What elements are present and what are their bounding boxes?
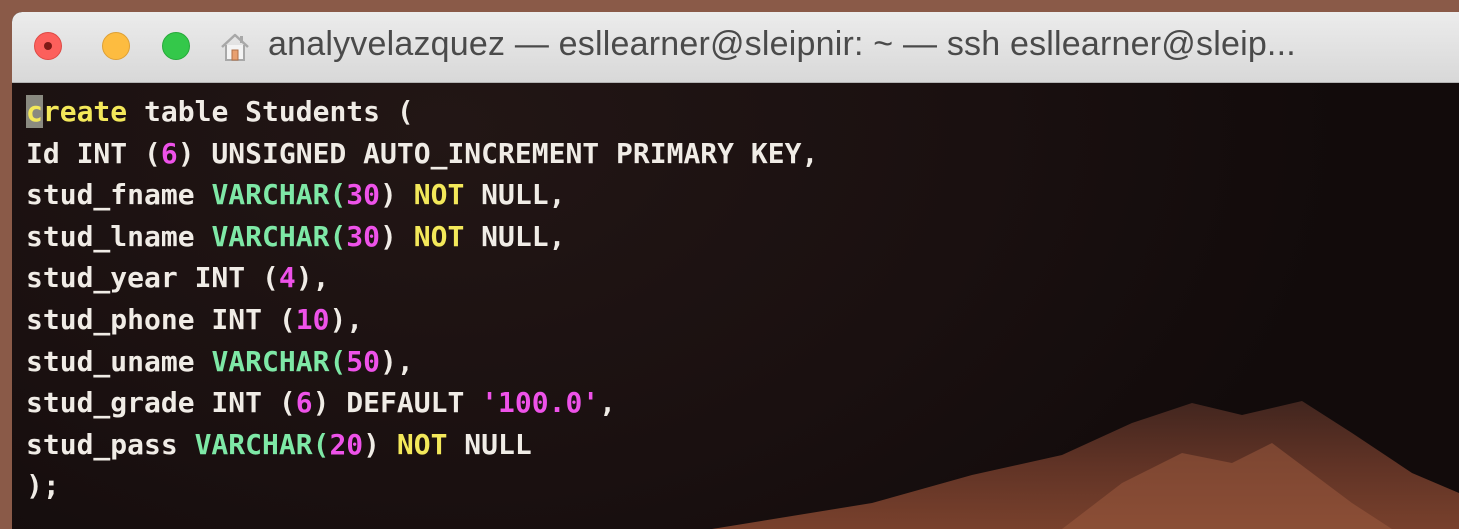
code-line: );: [26, 465, 818, 507]
code-token: VARCHAR(: [211, 178, 347, 212]
text-cursor: c: [26, 95, 43, 128]
home-icon: [221, 33, 249, 61]
code-line: stud_pass VARCHAR(20) NOT NULL: [26, 424, 818, 466]
code-token: VARCHAR(: [211, 344, 347, 378]
code-token: 30: [346, 178, 381, 212]
minimize-button[interactable]: [102, 32, 130, 60]
code-token: ): [380, 219, 414, 253]
code-block: create table Students (Id INT (6) UNSIGN…: [26, 91, 818, 507]
code-line: stud_year INT (4),: [26, 257, 818, 299]
code-token: NOT: [396, 427, 448, 461]
code-line: stud_uname VARCHAR(50),: [26, 341, 818, 383]
code-token: 10: [295, 302, 330, 336]
title-bar[interactable]: analyvelazquez — esllearner@sleipnir: ~ …: [12, 12, 1459, 83]
code-token: ) DEFAULT: [312, 386, 482, 420]
code-token: 30: [346, 219, 381, 253]
code-token: NOT: [413, 219, 465, 253]
code-line: create table Students (: [26, 91, 818, 133]
code-token: 50: [346, 344, 381, 378]
code-token: NOT: [413, 178, 465, 212]
code-line: stud_phone INT (10),: [26, 299, 818, 341]
code-token: NULL,: [464, 219, 566, 253]
code-line: stud_lname VARCHAR(30) NOT NULL,: [26, 216, 818, 258]
terminal-window: analyvelazquez — esllearner@sleipnir: ~ …: [12, 12, 1459, 529]
code-token: ): [363, 427, 397, 461]
code-token: stud_pass: [26, 427, 195, 461]
code-token: stud_year INT (: [26, 261, 279, 295]
code-token: stud_phone INT (: [26, 302, 296, 336]
code-token: 6: [160, 136, 178, 170]
window-title: analyvelazquez — esllearner@sleipnir: ~ …: [268, 25, 1296, 63]
code-token: ): [380, 178, 414, 212]
code-token: ,: [599, 386, 617, 420]
code-token: 4: [278, 261, 296, 295]
code-token: VARCHAR(: [211, 219, 347, 253]
code-token: ),: [380, 344, 414, 378]
code-line: stud_fname VARCHAR(30) NOT NULL,: [26, 174, 818, 216]
code-token: ) UNSIGNED AUTO_INCREMENT PRIMARY KEY,: [177, 136, 819, 170]
code-line: Id INT (6) UNSIGNED AUTO_INCREMENT PRIMA…: [26, 133, 818, 175]
code-token: Id INT (: [26, 136, 161, 170]
code-token: reate: [42, 95, 128, 128]
code-token: stud_lname: [26, 219, 212, 253]
code-token: 6: [295, 386, 313, 420]
code-token: stud_grade INT (: [26, 386, 296, 420]
code-token: table Students (: [127, 95, 414, 128]
terminal-content[interactable]: create table Students (Id INT (6) UNSIGN…: [12, 83, 1459, 529]
code-token: '100.0': [481, 386, 600, 420]
code-token: stud_uname: [26, 344, 212, 378]
close-button[interactable]: [34, 32, 62, 60]
code-token: ),: [295, 261, 330, 295]
code-line: stud_grade INT (6) DEFAULT '100.0',: [26, 382, 818, 424]
code-token: ),: [329, 302, 364, 336]
zoom-button[interactable]: [162, 32, 190, 60]
code-token: stud_fname: [26, 178, 212, 212]
code-token: 20: [329, 427, 364, 461]
code-token: NULL: [447, 427, 532, 461]
code-token: VARCHAR(: [194, 427, 330, 461]
code-token: );: [26, 469, 60, 503]
code-token: NULL,: [464, 178, 566, 212]
